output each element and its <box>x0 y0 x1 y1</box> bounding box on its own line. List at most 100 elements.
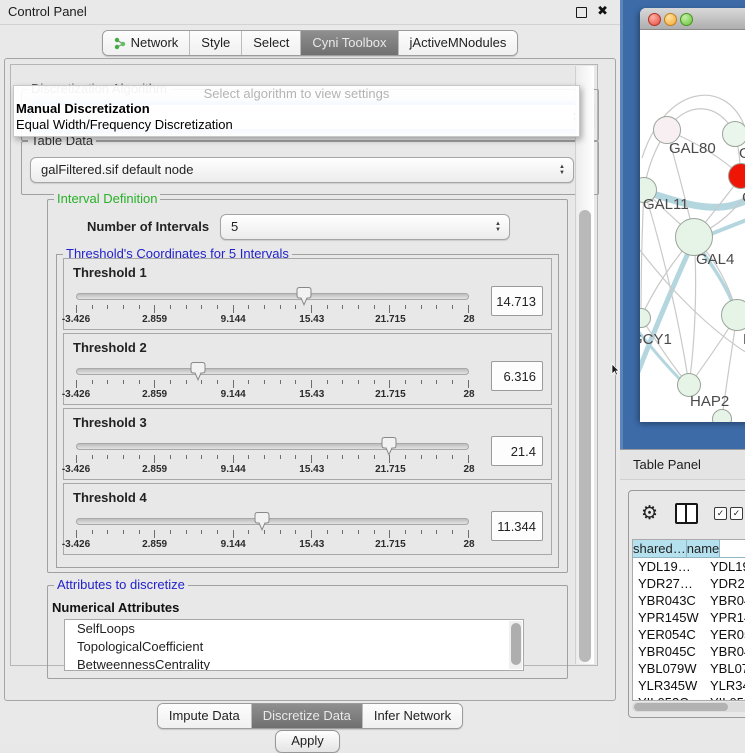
list-item[interactable]: SelfLoops <box>65 620 523 638</box>
threshold-panel: Threshold 4 -3.4262.8599.14415.4321.7152… <box>63 483 552 555</box>
dropdown-option[interactable]: Manual Discretization <box>14 101 579 117</box>
close-icon[interactable]: ✖ <box>597 3 608 19</box>
slider-ticks <box>76 380 469 388</box>
control-panel: Control Panel ✖ Network Style <box>0 0 620 745</box>
table-row[interactable]: YBL079W YBL079W <box>633 660 745 677</box>
network-window-titlebar[interactable] <box>640 8 745 30</box>
top-tab[interactable]: Select <box>241 31 300 55</box>
list-scrollbar[interactable] <box>509 621 522 669</box>
slider-track[interactable] <box>76 368 469 375</box>
cell-name[interactable]: YDR27 <box>707 575 745 592</box>
table-row[interactable]: YIL053C YIL053C <box>633 694 745 701</box>
slider-ticks <box>76 455 469 463</box>
float-window-icon[interactable] <box>576 7 587 18</box>
dropdown-option[interactable]: Equal Width/Frequency Discretization <box>14 117 579 133</box>
table-horizontal-scrollbar[interactable] <box>632 702 745 712</box>
cell-shared-name[interactable]: YBR045C <box>633 643 707 660</box>
panel-scrollbar[interactable] <box>575 66 594 664</box>
threshold-slider[interactable]: -3.4262.8599.14415.4321.71528 <box>74 435 473 477</box>
cell-name[interactable]: YIL053C <box>707 694 745 701</box>
apply-button[interactable]: Apply <box>275 730 340 753</box>
columns-icon[interactable] <box>675 503 698 524</box>
table-row[interactable]: YPR145W YPR145W <box>633 609 745 626</box>
column-header[interactable]: name <box>687 540 721 557</box>
network-canvas[interactable]: GAL80 GA C GAL11 GAL4 GCY1 H HAP2 <box>640 30 745 422</box>
numerical-attributes-list[interactable]: SelfLoops TopologicalCoefficient Between… <box>64 619 524 671</box>
table-row[interactable]: YBR045C YBR045C <box>633 643 745 660</box>
slider-handle[interactable] <box>382 437 397 459</box>
threshold-value-field[interactable]: 21.4 <box>491 436 543 466</box>
node-label: GA <box>739 145 745 162</box>
table-row[interactable]: YBR043C YBR043C <box>633 592 745 609</box>
table-row[interactable]: YER054C YER054C <box>633 626 745 643</box>
slider-tick-labels: -3.4262.8599.14415.4321.71528 <box>76 314 469 326</box>
slider-handle[interactable] <box>254 512 269 534</box>
threshold-value-field[interactable]: 14.713 <box>491 286 543 316</box>
cell-shared-name[interactable]: YDR27… <box>633 575 707 592</box>
number-of-intervals-label: Number of Intervals <box>87 219 209 234</box>
cell-shared-name[interactable]: YBR043C <box>633 592 707 609</box>
column-header[interactable]: shared… <box>633 540 687 557</box>
cell-name[interactable]: YBR043C <box>707 592 745 609</box>
bottom-tab-label: Infer Network <box>374 704 451 728</box>
network-node[interactable] <box>712 409 732 422</box>
control-panel-title: Control Panel <box>8 0 87 24</box>
network-node[interactable] <box>721 299 745 331</box>
cell-shared-name[interactable]: YDL19… <box>633 558 707 575</box>
table-data-combobox[interactable]: galFiltered.sif default node ▲▼ <box>30 157 574 183</box>
list-item[interactable]: TopologicalCoefficient <box>65 638 523 656</box>
node-label: GAL11 <box>643 196 689 213</box>
network-node[interactable] <box>722 121 745 147</box>
top-tab-label: Style <box>201 31 230 55</box>
gear-icon[interactable]: ⚙ <box>641 502 658 525</box>
slider-track[interactable] <box>76 443 469 450</box>
threshold-value-field[interactable]: 11.344 <box>491 511 543 541</box>
slider-tick-labels: -3.4262.8599.14415.4321.71528 <box>76 539 469 551</box>
slider-ticks <box>76 530 469 538</box>
top-tab-bar: Network Style Select <box>0 30 620 56</box>
cell-shared-name[interactable]: YER054C <box>633 626 707 643</box>
top-tab-label: Cyni Toolbox <box>312 31 386 55</box>
threshold-label: Threshold 1 <box>73 265 147 280</box>
list-item[interactable]: BetweennessCentrality <box>65 656 523 671</box>
select-none-checkbox-icon[interactable]: ✓ <box>730 507 743 520</box>
slider-handle[interactable] <box>297 287 312 309</box>
slider-handle[interactable] <box>190 362 205 384</box>
threshold-label: Threshold 2 <box>73 340 147 355</box>
top-tab[interactable]: Cyni Toolbox <box>300 31 397 55</box>
bottom-tab[interactable]: Infer Network <box>362 704 462 728</box>
bottom-tab[interactable]: Impute Data <box>158 704 251 728</box>
table-row[interactable]: YDR27… YDR27 <box>633 575 745 592</box>
threshold-slider[interactable]: -3.4262.8599.14415.4321.71528 <box>74 360 473 402</box>
network-view-window: GAL80 GA C GAL11 GAL4 GCY1 H HAP2 <box>640 8 745 422</box>
cell-name[interactable]: YLR345W <box>707 677 745 694</box>
cell-shared-name[interactable]: YBL079W <box>633 660 707 677</box>
bottom-tab[interactable]: Discretize Data <box>251 704 362 728</box>
table-row[interactable]: YLR345W YLR345W <box>633 677 745 694</box>
number-of-intervals-combobox[interactable]: 5 ▲▼ <box>220 214 510 240</box>
attributes-group-title: Attributes to discretize <box>54 578 188 592</box>
threshold-value-field[interactable]: 6.316 <box>491 361 543 391</box>
cell-shared-name[interactable]: YLR345W <box>633 677 707 694</box>
table-row[interactable]: YDL19… YDL19 <box>633 558 745 575</box>
close-traffic-light-icon[interactable] <box>648 13 661 26</box>
cyni-toolbox-panel: Discretization Algorithm ▲▼ Table Data g… <box>4 58 616 701</box>
slider-track[interactable] <box>76 293 469 300</box>
zoom-traffic-light-icon[interactable] <box>680 13 693 26</box>
cell-name[interactable]: YBL079W <box>707 660 745 677</box>
minimize-traffic-light-icon[interactable] <box>664 13 677 26</box>
cell-shared-name[interactable]: YIL053C <box>633 694 707 701</box>
cell-name[interactable]: YDL19 <box>707 558 745 575</box>
threshold-slider[interactable]: -3.4262.8599.14415.4321.71528 <box>74 510 473 552</box>
top-tab[interactable]: Style <box>189 31 241 55</box>
cell-name[interactable]: YPR145W <box>707 609 745 626</box>
slider-track[interactable] <box>76 518 469 525</box>
bottom-tab-label: Impute Data <box>169 704 240 728</box>
cell-name[interactable]: YER054C <box>707 626 745 643</box>
top-tab[interactable]: Network <box>103 31 190 55</box>
cell-name[interactable]: YBR045C <box>707 643 745 660</box>
top-tab[interactable]: jActiveMNodules <box>398 31 518 55</box>
threshold-slider[interactable]: -3.4262.8599.14415.4321.71528 <box>74 285 473 327</box>
select-all-checkbox-icon[interactable]: ✓ <box>714 507 727 520</box>
cell-shared-name[interactable]: YPR145W <box>633 609 707 626</box>
